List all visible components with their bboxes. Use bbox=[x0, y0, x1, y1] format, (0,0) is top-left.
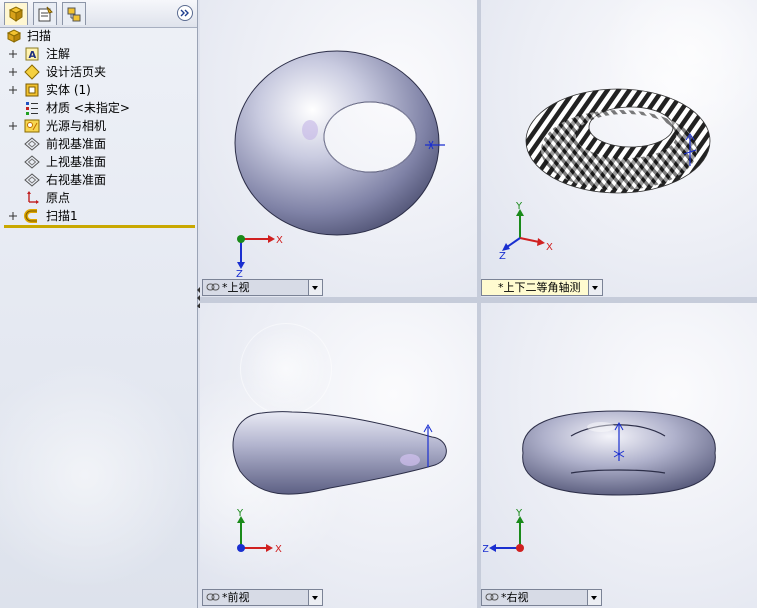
tree-item-front-plane[interactable]: 前视基准面 bbox=[0, 135, 197, 153]
root-label: 扫描 bbox=[27, 29, 52, 43]
axis-label-z: Z bbox=[499, 251, 506, 262]
design-binder-icon bbox=[24, 64, 40, 80]
origin-icon bbox=[27, 191, 39, 204]
axis-label-x: X bbox=[276, 235, 283, 246]
part-icon bbox=[6, 29, 22, 43]
plane-icon bbox=[24, 155, 40, 169]
expand-panel-button[interactable] bbox=[177, 5, 193, 21]
dropdown-chevron-icon[interactable] bbox=[308, 590, 322, 605]
sweep-path-marker-icon bbox=[613, 421, 625, 461]
expand-plus-icon[interactable] bbox=[9, 68, 17, 76]
view-name-label: *上视 bbox=[222, 281, 250, 294]
material-icon bbox=[26, 102, 38, 115]
configuration-manager-icon bbox=[67, 7, 81, 22]
axis-label-z: Z bbox=[483, 544, 489, 555]
dropdown-chevron-icon[interactable] bbox=[587, 590, 601, 605]
triad-right-view: Y Z bbox=[483, 508, 524, 555]
tree-item-design-binder[interactable]: 设计活页夹 bbox=[0, 63, 197, 81]
expand-plus-icon[interactable] bbox=[9, 50, 17, 58]
axis-label-x: X bbox=[546, 242, 553, 253]
panel-tab-bar bbox=[0, 0, 197, 28]
tree-item-label: 原点 bbox=[46, 191, 71, 205]
tree-item-label: 扫描1 bbox=[46, 209, 78, 223]
tree-item-label: 光源与相机 bbox=[46, 119, 107, 133]
lights-cameras-icon bbox=[24, 119, 40, 133]
torus-model-front[interactable] bbox=[200, 303, 477, 608]
viewport-top-view[interactable]: X Z *上视 bbox=[200, 0, 477, 297]
viewport-isometric-view[interactable]: Y Z X *上下二等角轴测 bbox=[481, 0, 757, 297]
tree-item-material[interactable]: 材质 <未指定> bbox=[0, 99, 197, 117]
feature-tree: 扫描 A 注解 设计活页夹 实体 (1) 材质 <未指定> 光源与相机 前视基准… bbox=[0, 27, 197, 225]
axis-label-x: X bbox=[275, 544, 282, 555]
tab-feature-manager[interactable] bbox=[4, 2, 28, 25]
sweep-feature-icon bbox=[24, 209, 37, 223]
feature-manager-panel: 扫描 A 注解 设计活页夹 实体 (1) 材质 <未指定> 光源与相机 前视基准… bbox=[0, 0, 198, 608]
tree-item-label: 设计活页夹 bbox=[46, 65, 107, 79]
sweep-path-marker-icon bbox=[425, 140, 445, 150]
panel-background-glow bbox=[0, 360, 197, 590]
solid-bodies-icon bbox=[25, 83, 39, 97]
axis-label-z: Z bbox=[236, 269, 243, 278]
tree-item-right-plane[interactable]: 右视基准面 bbox=[0, 171, 197, 189]
tree-item-label: 材质 <未指定> bbox=[46, 101, 130, 115]
expand-plus-icon[interactable] bbox=[9, 86, 17, 94]
viewport-front-view[interactable]: Y X *前视 bbox=[200, 303, 477, 608]
feature-tree-root[interactable]: 扫描 bbox=[0, 27, 197, 45]
expand-plus-icon[interactable] bbox=[9, 122, 17, 130]
tree-item-label: 上视基准面 bbox=[46, 155, 107, 169]
rollback-bar[interactable] bbox=[4, 225, 195, 228]
view-name-label: *前视 bbox=[222, 591, 250, 604]
double-chevron-right-icon bbox=[180, 9, 189, 17]
tree-item-label: 实体 (1) bbox=[46, 83, 91, 97]
triad-isometric-view: Y Z X bbox=[499, 202, 553, 262]
plane-icon bbox=[24, 137, 40, 151]
view-name-dropdown[interactable]: *右视 bbox=[481, 589, 602, 606]
link-views-icon bbox=[206, 593, 220, 601]
triad-top-view: X Z bbox=[236, 235, 283, 278]
axis-label-y: Y bbox=[515, 508, 523, 519]
tree-item-label: 注解 bbox=[46, 47, 71, 61]
tree-item-solid-bodies[interactable]: 实体 (1) bbox=[0, 81, 197, 99]
axis-label-y: Y bbox=[515, 202, 523, 212]
tree-item-top-plane[interactable]: 上视基准面 bbox=[0, 153, 197, 171]
view-name-label: *上下二等角轴测 bbox=[498, 281, 581, 294]
tree-item-lights-cameras[interactable]: 光源与相机 bbox=[0, 117, 197, 135]
link-views-icon bbox=[485, 593, 499, 601]
tree-item-sweep1[interactable]: 扫描1 bbox=[0, 207, 197, 225]
tree-item-origin[interactable]: 原点 bbox=[0, 189, 197, 207]
view-name-dropdown[interactable]: *前视 bbox=[202, 589, 323, 606]
tree-item-label: 右视基准面 bbox=[46, 173, 107, 187]
view-name-dropdown[interactable]: *上下二等角轴测 bbox=[481, 279, 603, 296]
svg-text:A: A bbox=[29, 50, 37, 61]
dropdown-chevron-icon[interactable] bbox=[308, 280, 322, 295]
view-name-label: *右视 bbox=[501, 591, 529, 604]
tree-item-label: 前视基准面 bbox=[46, 137, 107, 151]
tab-property-manager[interactable] bbox=[33, 2, 57, 25]
axis-label-y: Y bbox=[236, 508, 244, 519]
view-name-dropdown[interactable]: *上视 bbox=[202, 279, 323, 296]
viewport-right-view[interactable]: Y Z *右视 bbox=[481, 303, 757, 608]
link-views-icon bbox=[206, 283, 220, 291]
feature-manager-icon bbox=[8, 6, 24, 22]
dropdown-chevron-icon[interactable] bbox=[588, 280, 602, 295]
triad-front-view: Y X bbox=[236, 508, 282, 555]
expand-plus-icon[interactable] bbox=[9, 212, 17, 220]
sweep-path-marker-icon bbox=[683, 133, 697, 166]
sweep-path-marker-icon bbox=[423, 423, 433, 467]
tree-item-annotations[interactable]: A 注解 bbox=[0, 45, 197, 63]
annotations-icon: A bbox=[25, 47, 39, 61]
plane-icon bbox=[24, 173, 40, 187]
property-manager-icon bbox=[38, 6, 53, 22]
tab-configuration-manager[interactable] bbox=[62, 2, 86, 25]
